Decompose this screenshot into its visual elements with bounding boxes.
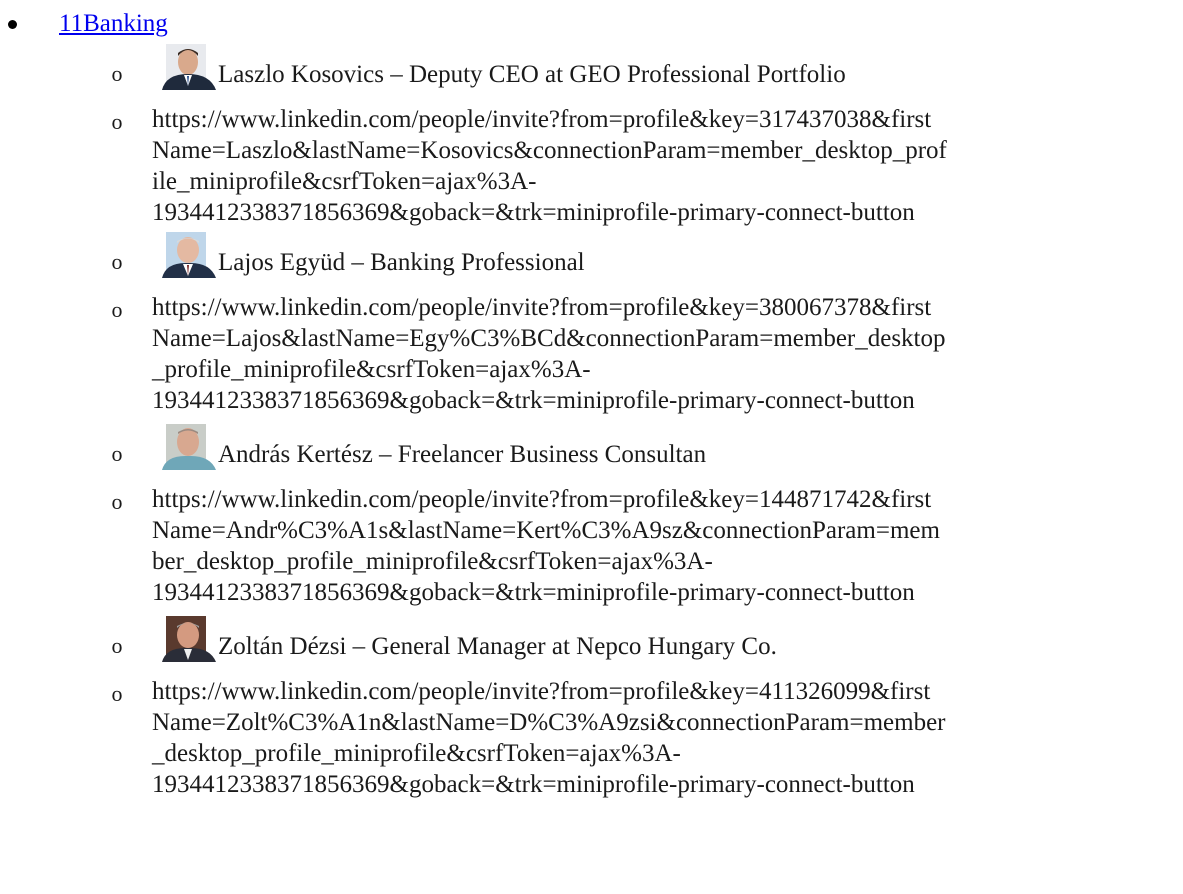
person-photo-icon xyxy=(152,614,216,662)
url-line: 1934412338371856369&goback=&trk=miniprof… xyxy=(152,199,915,226)
person-name-title: Zoltán Dézsi – General Manager at Nepco … xyxy=(218,633,777,660)
section-link-11banking[interactable]: 11Banking xyxy=(59,8,168,39)
profile-url-text: https://www.linkedin.com/people/invite?f… xyxy=(152,484,1172,608)
url-line: 1934412338371856369&goback=&trk=miniprof… xyxy=(152,387,915,414)
url-line: Name=Andr%C3%A1s&lastName=Kert%C3%A9sz&c… xyxy=(152,517,940,544)
bullet-marker xyxy=(8,20,17,29)
url-line: ile_miniprofile&csrfToken=ajax%3A- xyxy=(152,168,537,195)
sub-bullet-marker: o xyxy=(111,633,123,658)
url-line: 1934412338371856369&goback=&trk=miniprof… xyxy=(152,771,915,798)
sub-bullet-marker: o xyxy=(111,249,123,274)
sub-bullet-marker: o xyxy=(111,109,123,134)
profile-url-text: https://www.linkedin.com/people/invite?f… xyxy=(152,292,1172,416)
url-line: 1934412338371856369&goback=&trk=miniprof… xyxy=(152,579,915,606)
sub-bullet-marker: o xyxy=(111,489,123,514)
url-line: Name=Lajos&lastName=Egy%C3%BCd&connectio… xyxy=(152,325,946,352)
profile-url-text: https://www.linkedin.com/people/invite?f… xyxy=(152,676,1172,800)
person-line: Lajos Együd – Banking Professional xyxy=(152,230,1172,278)
person-photo-icon xyxy=(152,422,216,470)
url-line: https://www.linkedin.com/people/invite?f… xyxy=(152,486,932,513)
sub-bullet-marker: o xyxy=(111,681,123,706)
avatar xyxy=(152,422,216,470)
avatar xyxy=(152,230,216,278)
person-name-title: András Kertész – Freelancer Business Con… xyxy=(218,441,707,468)
url-line: _profile_miniprofile&csrfToken=ajax%3A- xyxy=(152,356,591,383)
person-line: Zoltán Dézsi – General Manager at Nepco … xyxy=(152,614,1172,662)
url-line: https://www.linkedin.com/people/invite?f… xyxy=(152,678,931,705)
url-line: Name=Laszlo&lastName=Kosovics&connection… xyxy=(152,137,947,164)
sub-bullet-marker: o xyxy=(111,441,123,466)
url-line: ber_desktop_profile_miniprofile&csrfToke… xyxy=(152,548,713,575)
avatar xyxy=(152,42,216,90)
person-name-title: Laszlo Kosovics – Deputy CEO at GEO Prof… xyxy=(218,61,846,88)
url-line: https://www.linkedin.com/people/invite?f… xyxy=(152,294,932,321)
profile-url-text: https://www.linkedin.com/people/invite?f… xyxy=(152,104,1172,228)
sub-bullet-marker: o xyxy=(111,61,123,86)
person-line: András Kertész – Freelancer Business Con… xyxy=(152,422,1172,470)
avatar xyxy=(152,614,216,662)
person-line: Laszlo Kosovics – Deputy CEO at GEO Prof… xyxy=(152,42,1172,90)
url-line: _desktop_profile_miniprofile&csrfToken=a… xyxy=(152,740,681,767)
person-photo-icon xyxy=(152,230,216,278)
person-name-title: Lajos Együd – Banking Professional xyxy=(218,249,585,276)
url-line: Name=Zolt%C3%A1n&lastName=D%C3%A9zsi&con… xyxy=(152,709,946,736)
url-line: https://www.linkedin.com/people/invite?f… xyxy=(152,106,932,133)
person-photo-icon xyxy=(152,42,216,90)
sub-bullet-marker: o xyxy=(111,297,123,322)
